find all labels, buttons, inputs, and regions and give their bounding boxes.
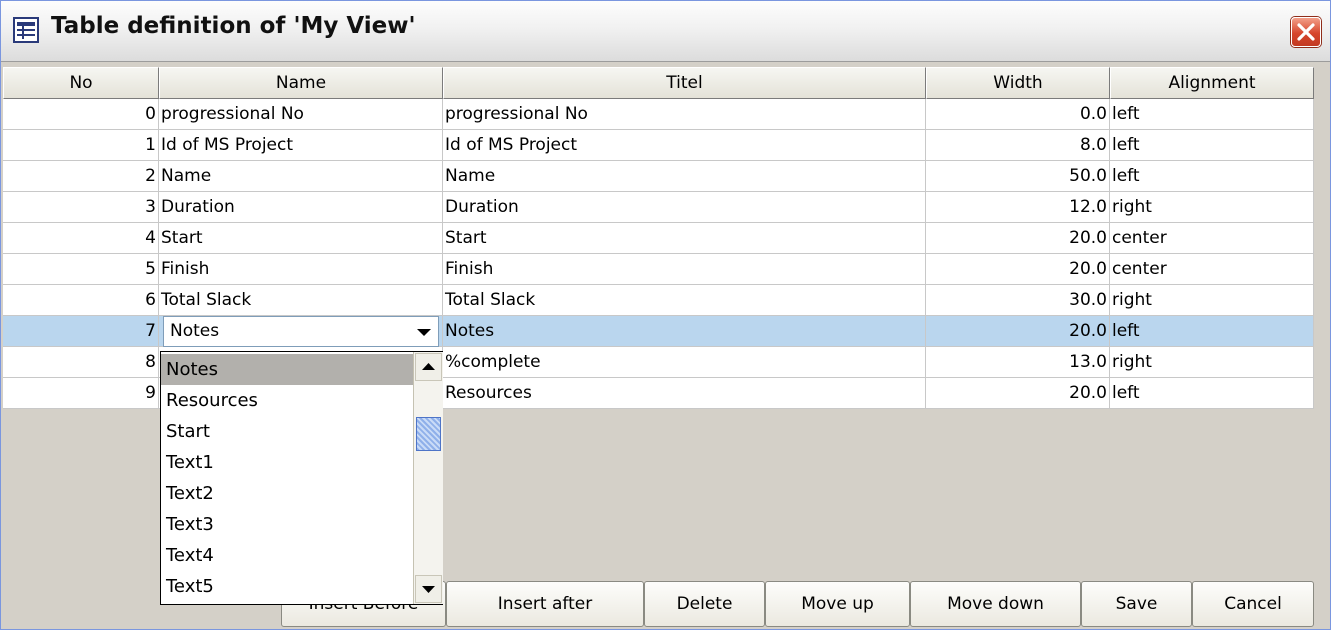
cell-name[interactable]: Duration [159,192,443,223]
close-icon [1297,23,1315,41]
table-row[interactable]: 3 Duration Duration 12.0 right [3,192,1314,223]
table-row[interactable]: 7 Notes Notes 20.0 left [3,316,1314,347]
insert-after-button[interactable]: Insert after [446,581,644,627]
cell-name[interactable]: Name [159,161,443,192]
cell-name[interactable]: progressional No [159,99,443,130]
dropdown-scrollbar[interactable] [413,352,443,604]
dropdown-item[interactable]: Text1 [161,447,413,478]
cell-width[interactable]: 0.0 [926,99,1110,130]
name-dropdown-list[interactable]: Notes Resources Start Text1 Text2 Text3 Text4 T… [160,351,443,605]
cell-width[interactable]: 20.0 [926,223,1110,254]
cell-alignment[interactable]: center [1110,254,1314,285]
cell-titel[interactable]: Total Slack [443,285,926,316]
cell-titel[interactable]: Name [443,161,926,192]
table-icon [13,17,39,43]
cell-alignment[interactable]: right [1110,192,1314,223]
cell-width[interactable]: 20.0 [926,254,1110,285]
cell-alignment[interactable]: center [1110,223,1314,254]
cell-titel[interactable]: Id of MS Project [443,130,926,161]
dropdown-item[interactable]: Text5 [161,571,413,602]
cell-width[interactable]: 30.0 [926,285,1110,316]
cell-name[interactable]: Start [159,223,443,254]
cell-titel[interactable]: Notes [443,316,926,347]
column-header-alignment[interactable]: Alignment [1110,67,1314,99]
dropdown-item[interactable]: Text4 [161,540,413,571]
window-title: Table definition of 'My View' [51,13,416,39]
cell-alignment[interactable]: left [1110,316,1314,347]
scroll-thumb[interactable] [416,417,441,451]
title-bar[interactable]: Table definition of 'My View' [1,1,1330,62]
cell-width[interactable]: 20.0 [926,316,1110,347]
chevron-down-icon[interactable] [412,319,436,344]
cell-titel[interactable]: Start [443,223,926,254]
cell-no[interactable]: 6 [3,285,159,316]
move-down-button[interactable]: Move down [910,581,1081,627]
scroll-down-button[interactable] [415,575,442,603]
dropdown-item[interactable]: Start [161,416,413,447]
cell-no[interactable]: 0 [3,99,159,130]
combo-value: Notes [170,321,220,341]
table-row[interactable]: 2 Name Name 50.0 left [3,161,1314,192]
cell-alignment[interactable]: right [1110,285,1314,316]
cell-titel[interactable]: Finish [443,254,926,285]
arrow-down-icon [422,586,435,593]
table-row[interactable]: 4 Start Start 20.0 center [3,223,1314,254]
delete-button[interactable]: Delete [644,581,765,627]
cell-titel[interactable]: Resources [443,378,926,409]
table-row[interactable]: 1 Id of MS Project Id of MS Project 8.0 left [3,130,1314,161]
close-button[interactable] [1291,17,1321,47]
column-header-width[interactable]: Width [926,67,1110,99]
cell-alignment[interactable]: left [1110,130,1314,161]
table-row[interactable]: 0 progressional No progressional No 0.0 left [3,99,1314,130]
table-definition-window: Table definition of 'My View' No Name Ti… [0,0,1331,630]
cell-titel[interactable]: Duration [443,192,926,223]
cancel-button[interactable]: Cancel [1192,581,1314,627]
cell-titel[interactable]: %complete [443,347,926,378]
arrow-up-icon [422,363,435,370]
cell-no[interactable]: 3 [3,192,159,223]
table-row[interactable]: 5 Finish Finish 20.0 center [3,254,1314,285]
cell-no[interactable]: 9 [3,378,159,409]
save-button[interactable]: Save [1081,581,1192,627]
name-combo-box[interactable]: Notes [163,316,439,347]
table-row[interactable]: 6 Total Slack Total Slack 30.0 right [3,285,1314,316]
cell-alignment[interactable]: left [1110,99,1314,130]
cell-no[interactable]: 7 [3,316,159,347]
dropdown-item[interactable]: Resources [161,385,413,416]
cell-width[interactable]: 50.0 [926,161,1110,192]
dropdown-item[interactable]: Text2 [161,478,413,509]
scroll-up-button[interactable] [415,353,442,381]
move-up-button[interactable]: Move up [765,581,910,627]
column-header-no[interactable]: No [3,67,159,99]
cell-no[interactable]: 5 [3,254,159,285]
cell-alignment[interactable]: left [1110,378,1314,409]
cell-name[interactable]: Total Slack [159,285,443,316]
cell-no[interactable]: 1 [3,130,159,161]
cell-width[interactable]: 8.0 [926,130,1110,161]
cell-alignment[interactable]: left [1110,161,1314,192]
cell-no[interactable]: 2 [3,161,159,192]
cell-no[interactable]: 4 [3,223,159,254]
cell-name[interactable]: Finish [159,254,443,285]
cell-titel[interactable]: progressional No [443,99,926,130]
dropdown-item[interactable]: Notes [161,354,413,385]
column-header-titel[interactable]: Titel [443,67,926,99]
cell-width[interactable]: 12.0 [926,192,1110,223]
cell-name[interactable]: Id of MS Project [159,130,443,161]
dropdown-item[interactable]: Text3 [161,509,413,540]
cell-name[interactable]: Notes [159,316,443,347]
cell-width[interactable]: 20.0 [926,378,1110,409]
column-header-name[interactable]: Name [159,67,443,99]
cell-no[interactable]: 8 [3,347,159,378]
cell-alignment[interactable]: right [1110,347,1314,378]
cell-width[interactable]: 13.0 [926,347,1110,378]
